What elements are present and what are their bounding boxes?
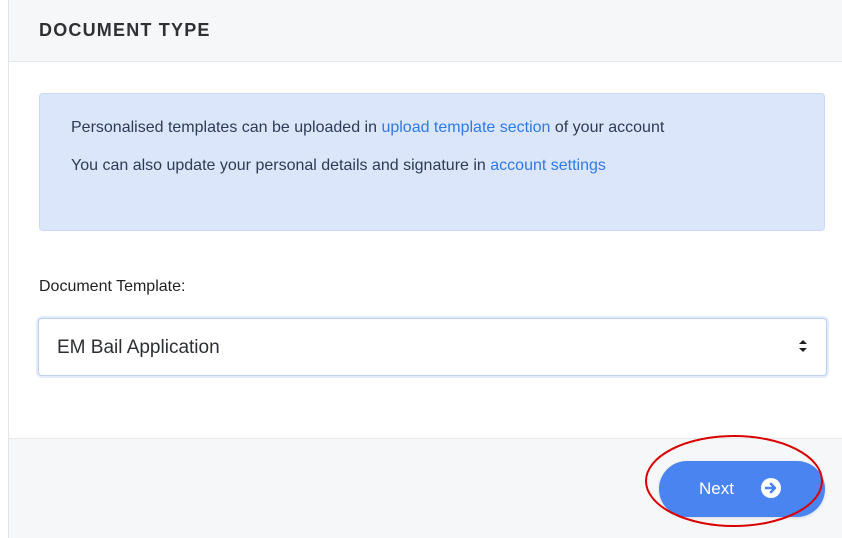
card-title: DOCUMENT TYPE	[39, 20, 211, 40]
card-footer: Next	[9, 438, 842, 538]
document-template-select[interactable]: EM Bail Application	[38, 318, 827, 376]
upload-template-link[interactable]: upload template section	[381, 119, 550, 136]
info-line-upload: Personalised templates can be uploaded i…	[71, 114, 792, 142]
document-type-card: DOCUMENT TYPE Personalised templates can…	[8, 0, 842, 538]
document-template-selected-value: EM Bail Application	[57, 337, 220, 358]
card-header: DOCUMENT TYPE	[9, 0, 842, 62]
next-button[interactable]: Next	[659, 461, 825, 517]
document-template-label: Document Template:	[39, 278, 186, 295]
arrow-right-circle-icon	[761, 478, 781, 498]
info-settings-text-prefix: You can also update your personal detail…	[71, 157, 491, 174]
next-button-label: Next	[699, 479, 734, 498]
info-upload-text-prefix: Personalised templates can be uploaded i…	[71, 119, 382, 136]
info-line-settings: You can also update your personal detail…	[71, 152, 792, 180]
account-settings-link[interactable]: account settings	[490, 157, 606, 174]
select-arrows-icon	[798, 338, 808, 354]
info-upload-text-suffix: of your account	[550, 119, 665, 136]
info-alert: Personalised templates can be uploaded i…	[39, 93, 825, 231]
